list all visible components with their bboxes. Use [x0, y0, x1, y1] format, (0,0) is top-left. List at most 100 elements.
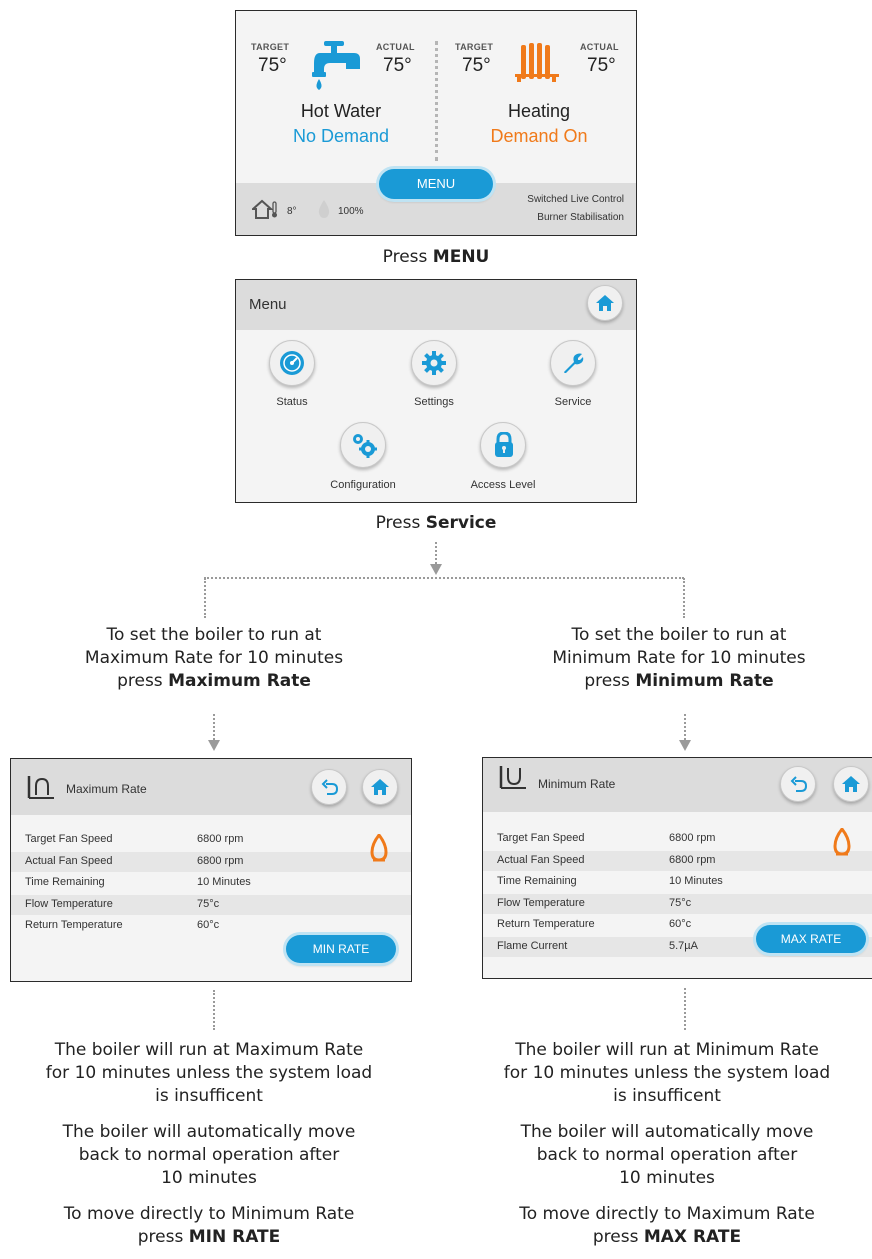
row-label: Actual Fan Speed — [25, 854, 113, 867]
connector-left-branch — [204, 578, 206, 618]
row-label: Time Remaining — [25, 876, 105, 888]
wrench-icon — [564, 353, 584, 373]
connector-right-notes — [684, 988, 686, 1030]
hw-actual-value: 75° — [383, 55, 412, 76]
heating-status: Demand On — [490, 126, 588, 146]
configuration-menu-button[interactable] — [340, 422, 386, 468]
ht-target-label: TARGET — [455, 42, 494, 52]
row-value: 6800 rpm — [197, 854, 244, 867]
menu-button[interactable]: MENU — [379, 169, 493, 199]
right-notes: The boiler will run at Minimum Rate for … — [503, 1040, 831, 1247]
right-instruction-bold: Minimum Rate — [635, 671, 774, 691]
row-label: Target Fan Speed — [497, 832, 585, 844]
home-icon — [842, 776, 860, 792]
table-row: Time Remaining 10 Minutes — [11, 873, 411, 893]
row-value: 10 Minutes — [197, 876, 251, 888]
hw-actual-label: ACTUAL — [376, 42, 415, 52]
pressure-readout: 100% — [338, 206, 364, 217]
access-level-menu-label: Access Level — [470, 479, 536, 491]
gauge-icon — [283, 354, 301, 372]
table-row: Actual Fan Speed 6800 rpm — [483, 850, 872, 871]
lock-icon — [495, 432, 513, 457]
tap-icon — [312, 41, 360, 90]
min-header: Minimum Rate — [483, 758, 872, 812]
right-notes-bold: MAX RATE — [643, 1227, 742, 1247]
table-row: Return Temperature 60°c — [11, 916, 411, 936]
flame-icon — [370, 834, 388, 862]
right-instruction: To set the boiler to run at Minimum Rate… — [552, 625, 806, 691]
menu-title: Menu — [249, 296, 287, 313]
table-row: Time Remaining 10 Minutes — [483, 872, 872, 892]
row-value: 75°c — [669, 896, 692, 909]
max-rate-icon — [27, 776, 54, 799]
status-menu-button[interactable] — [269, 340, 315, 386]
left-instruction-bold: Maximum Rate — [168, 671, 311, 691]
max-header: Maximum Rate — [11, 759, 411, 815]
flame-icon — [833, 828, 851, 856]
hot-water-label: Hot Water — [300, 101, 382, 121]
row-label: Return Temperature — [497, 918, 595, 930]
row-value: 6800 rpm — [669, 853, 716, 866]
hw-target-label: TARGET — [251, 42, 290, 52]
row-value: 6800 rpm — [197, 833, 244, 845]
left-notes-bold: MIN RATE — [188, 1227, 281, 1247]
min-home-button[interactable] — [833, 766, 869, 802]
menu-screen: Menu Status Settings Service Configurati… — [235, 279, 637, 503]
home-button[interactable] — [587, 285, 623, 321]
settings-menu-label: Settings — [414, 396, 454, 408]
arrow-to-min-screen — [679, 740, 691, 751]
row-label: Return Temperature — [25, 919, 123, 931]
status-line-1: Switched Live Control — [527, 194, 624, 205]
water-drop-icon — [318, 200, 330, 218]
home-icon — [371, 779, 389, 795]
ht-actual-label: ACTUAL — [580, 42, 619, 52]
table-row: Target Fan Speed 6800 rpm — [483, 829, 872, 849]
outdoor-temperature: 8° — [287, 206, 297, 217]
step-press-service-bold: Service — [425, 513, 497, 533]
back-icon — [321, 779, 339, 795]
menu-header: Menu — [236, 280, 636, 330]
row-label: Flow Temperature — [497, 896, 585, 909]
hot-water-status: No Demand — [292, 126, 390, 146]
status-menu-label: Status — [276, 396, 308, 408]
row-label: Actual Fan Speed — [497, 853, 585, 866]
min-rate-icon — [499, 766, 526, 789]
min-rate-button[interactable]: MIN RATE — [286, 935, 396, 963]
max-home-button[interactable] — [362, 769, 398, 805]
heating-label: Heating — [507, 101, 571, 121]
zone-divider — [435, 41, 438, 161]
minimum-rate-screen: Minimum Rate Target Fan Speed 6800 rpm Act… — [482, 757, 872, 979]
configuration-menu-label: Configuration — [330, 479, 396, 491]
gears-icon — [353, 434, 377, 458]
left-instruction: To set the boiler to run at Maximum Rate… — [84, 625, 344, 691]
min-back-button[interactable] — [780, 766, 816, 802]
service-menu-button[interactable] — [550, 340, 596, 386]
max-rate-button[interactable]: MAX RATE — [756, 925, 866, 953]
table-row: Flow Temperature 75°c — [11, 894, 411, 915]
max-rate-title: Maximum Rate — [66, 782, 147, 796]
row-label: Target Fan Speed — [25, 833, 113, 845]
row-value: 10 Minutes — [669, 875, 723, 887]
arrow-to-max-screen — [208, 740, 220, 751]
connector-service-down — [435, 542, 437, 564]
step-press-service: Press Service — [375, 513, 497, 533]
connector-right-down — [684, 714, 686, 740]
row-value: 5.7µA — [669, 939, 698, 952]
table-row: Actual Fan Speed 6800 rpm — [11, 851, 411, 872]
max-back-button[interactable] — [311, 769, 347, 805]
row-value: 60°c — [669, 918, 692, 930]
row-value: 60°c — [197, 919, 220, 931]
hw-target-value: 75° — [258, 55, 287, 76]
ht-actual-value: 75° — [587, 55, 616, 76]
arrow-to-split — [430, 564, 442, 575]
row-label: Flame Current — [497, 939, 568, 952]
step-press-menu: Press MENU — [382, 247, 490, 267]
settings-menu-button[interactable] — [411, 340, 457, 386]
access-level-menu-button[interactable] — [480, 422, 526, 468]
table-row-empty — [483, 958, 872, 978]
connector-split — [204, 577, 684, 579]
back-icon — [790, 776, 808, 792]
table-row: Flow Temperature 75°c — [483, 893, 872, 914]
table-row: Target Fan Speed 6800 rpm — [11, 830, 411, 850]
service-menu-label: Service — [554, 396, 592, 408]
